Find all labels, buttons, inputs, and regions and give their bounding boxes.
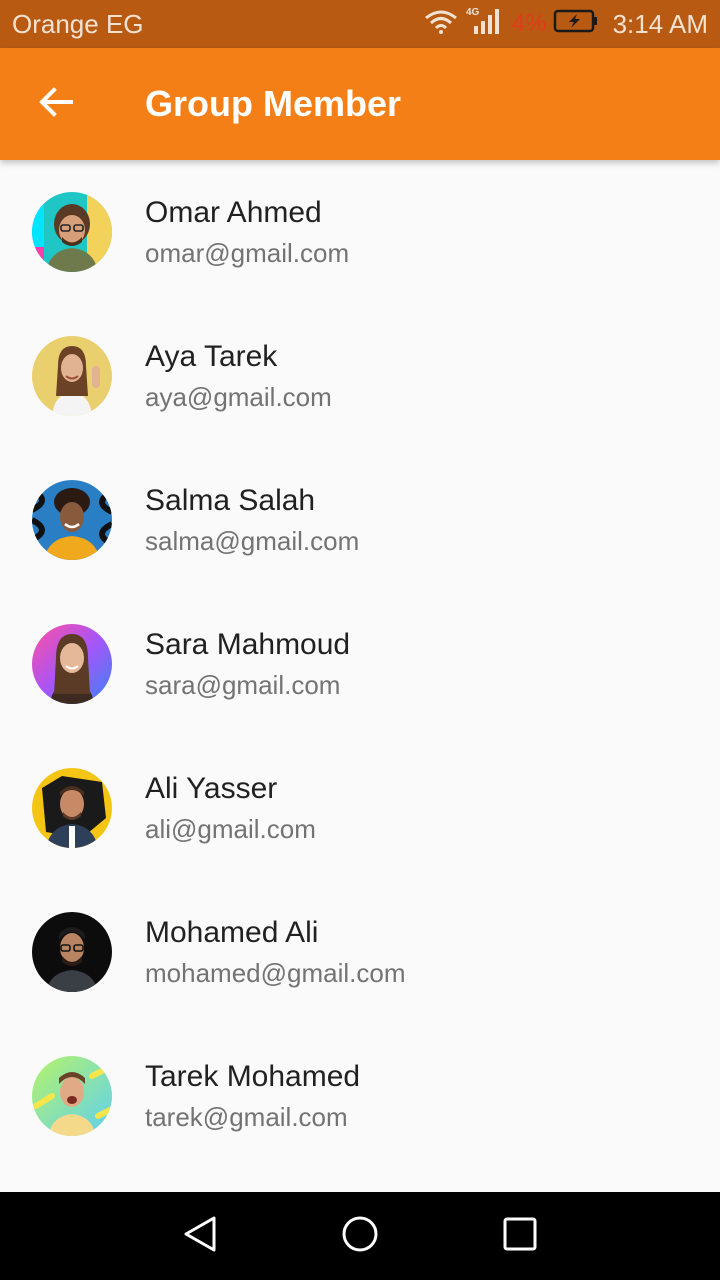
member-email: tarek@gmail.com (145, 1102, 348, 1132)
member-name: Sara Mahmoud (145, 628, 351, 661)
nav-recents-square-icon (502, 1216, 538, 1257)
page-title: Group Member (145, 83, 402, 124)
member-list: Omar Ahmed omar@gmail.com Aya Tarek aya@… (0, 160, 720, 1168)
list-item[interactable]: Sara Mahmoud sara@gmail.com (0, 592, 720, 736)
battery-charging-icon (553, 8, 599, 41)
avatar (32, 480, 112, 560)
wifi-icon (424, 8, 458, 41)
nav-home-button[interactable] (334, 1210, 386, 1262)
app-bar: Group Member (0, 48, 720, 160)
member-email: omar@gmail.com (145, 238, 350, 268)
signal-icon: 4G (464, 6, 504, 43)
member-email: mohamed@gmail.com (145, 958, 406, 988)
list-item[interactable]: Tarek Mohamed tarek@gmail.com (0, 1024, 720, 1168)
list-item[interactable]: Aya Tarek aya@gmail.com (0, 304, 720, 448)
member-email: salma@gmail.com (145, 526, 360, 556)
battery-percent: 4% (511, 10, 547, 37)
carrier-name: Orange EG (12, 9, 144, 39)
clock: 3:14 AM (612, 8, 708, 39)
member-name: Aya Tarek (145, 340, 278, 373)
list-item[interactable]: Salma Salah salma@gmail.com (0, 448, 720, 592)
member-name: Salma Salah (145, 484, 316, 517)
avatar (32, 912, 112, 992)
status-bar: Orange EG 4G 4% 3:14 AM (0, 0, 720, 48)
member-email: ali@gmail.com (145, 814, 316, 844)
navigation-bar (0, 1192, 720, 1280)
member-name: Ali Yasser (145, 772, 278, 805)
arrow-back-icon (38, 86, 74, 123)
member-name: Omar Ahmed (145, 196, 322, 229)
avatar (32, 192, 112, 272)
back-button[interactable] (28, 78, 84, 130)
list-item[interactable]: Ali Yasser ali@gmail.com (0, 736, 720, 880)
member-email: aya@gmail.com (145, 382, 332, 412)
status-icons: 4G 4% 3:14 AM (424, 6, 708, 43)
avatar (32, 1056, 112, 1136)
nav-back-triangle-icon (182, 1214, 218, 1259)
network-type: 4G (466, 7, 480, 18)
nav-home-circle-icon (340, 1214, 380, 1259)
member-name: Tarek Mohamed (145, 1060, 361, 1093)
member-email: sara@gmail.com (145, 670, 341, 700)
nav-recents-button[interactable] (494, 1210, 546, 1262)
list-item[interactable]: Mohamed Ali mohamed@gmail.com (0, 880, 720, 1024)
list-item[interactable]: Omar Ahmed omar@gmail.com (0, 160, 720, 304)
avatar (32, 336, 112, 416)
nav-back-button[interactable] (174, 1210, 226, 1262)
member-name: Mohamed Ali (145, 916, 319, 949)
avatar (32, 624, 112, 704)
avatar (32, 768, 112, 848)
